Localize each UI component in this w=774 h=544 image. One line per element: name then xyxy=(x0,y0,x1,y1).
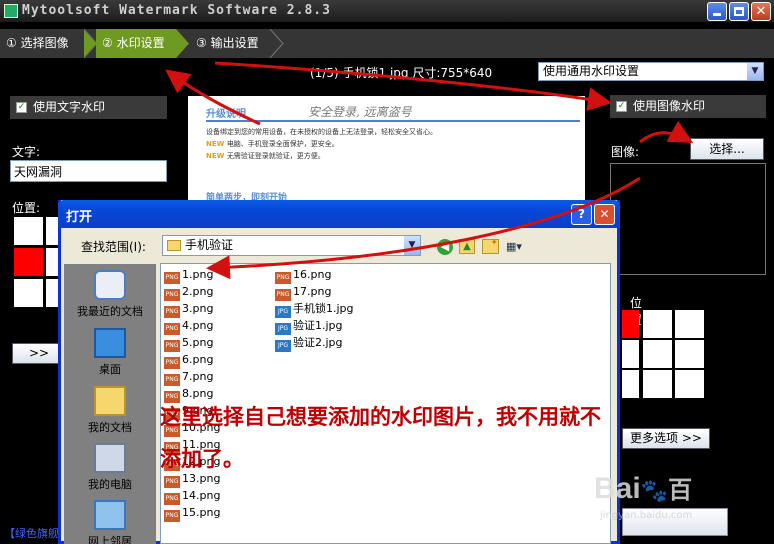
arrow-to-select xyxy=(639,120,694,144)
baidu-watermark-url: jingyan.baidu.com xyxy=(600,510,693,521)
annotation-arrows xyxy=(165,61,694,280)
baidu-watermark: Bai🐾百 xyxy=(594,472,693,505)
arrow-to-tab xyxy=(165,69,261,126)
arrow-to-files xyxy=(206,176,641,280)
arrow-to-info xyxy=(214,61,612,111)
